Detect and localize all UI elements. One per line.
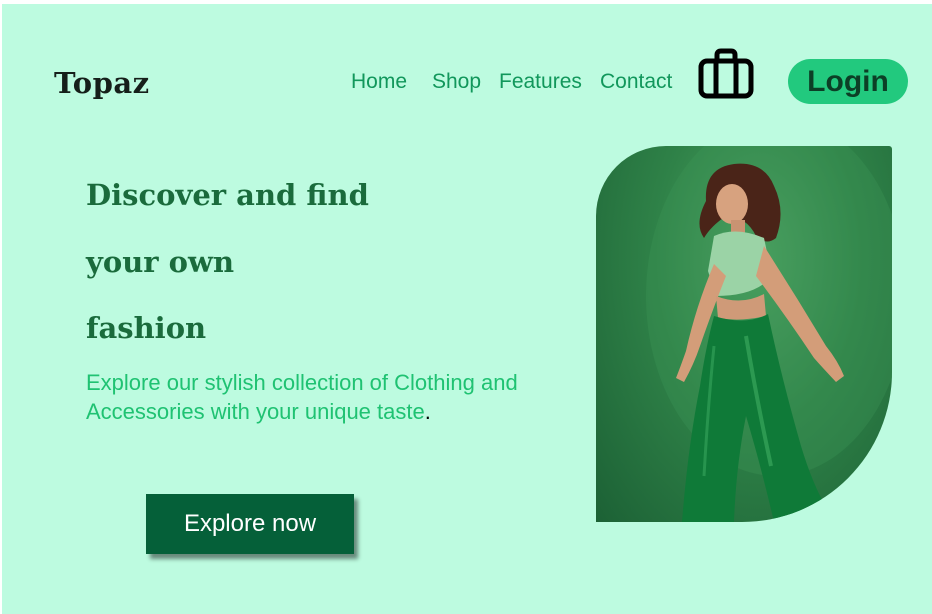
hero-description-text: Explore our stylish collection of Clothi… bbox=[86, 370, 518, 424]
nav-contact-link[interactable]: Contact bbox=[600, 70, 672, 94]
nav-features-link[interactable]: Features bbox=[499, 70, 582, 94]
hero-description: Explore our stylish collection of Clothi… bbox=[86, 368, 576, 426]
hero-headline-line-1: Discover and find bbox=[86, 178, 369, 212]
nav-shop-link[interactable]: Shop bbox=[432, 70, 481, 94]
brand-logo[interactable]: Topaz bbox=[54, 66, 150, 100]
hero-headline-line-3: fashion bbox=[86, 311, 207, 345]
hero-image bbox=[596, 146, 892, 522]
nav-home-link[interactable]: Home bbox=[351, 70, 407, 94]
hero-headline-line-2: your own bbox=[86, 245, 235, 279]
explore-now-button[interactable]: Explore now bbox=[146, 494, 354, 554]
login-button[interactable]: Login bbox=[788, 59, 908, 104]
hero-description-period: . bbox=[424, 399, 431, 424]
fashion-model-illustration bbox=[646, 146, 892, 522]
shopping-bag-icon[interactable] bbox=[697, 46, 755, 102]
landing-page: Topaz Home Shop Features Contact Login D… bbox=[2, 4, 932, 614]
